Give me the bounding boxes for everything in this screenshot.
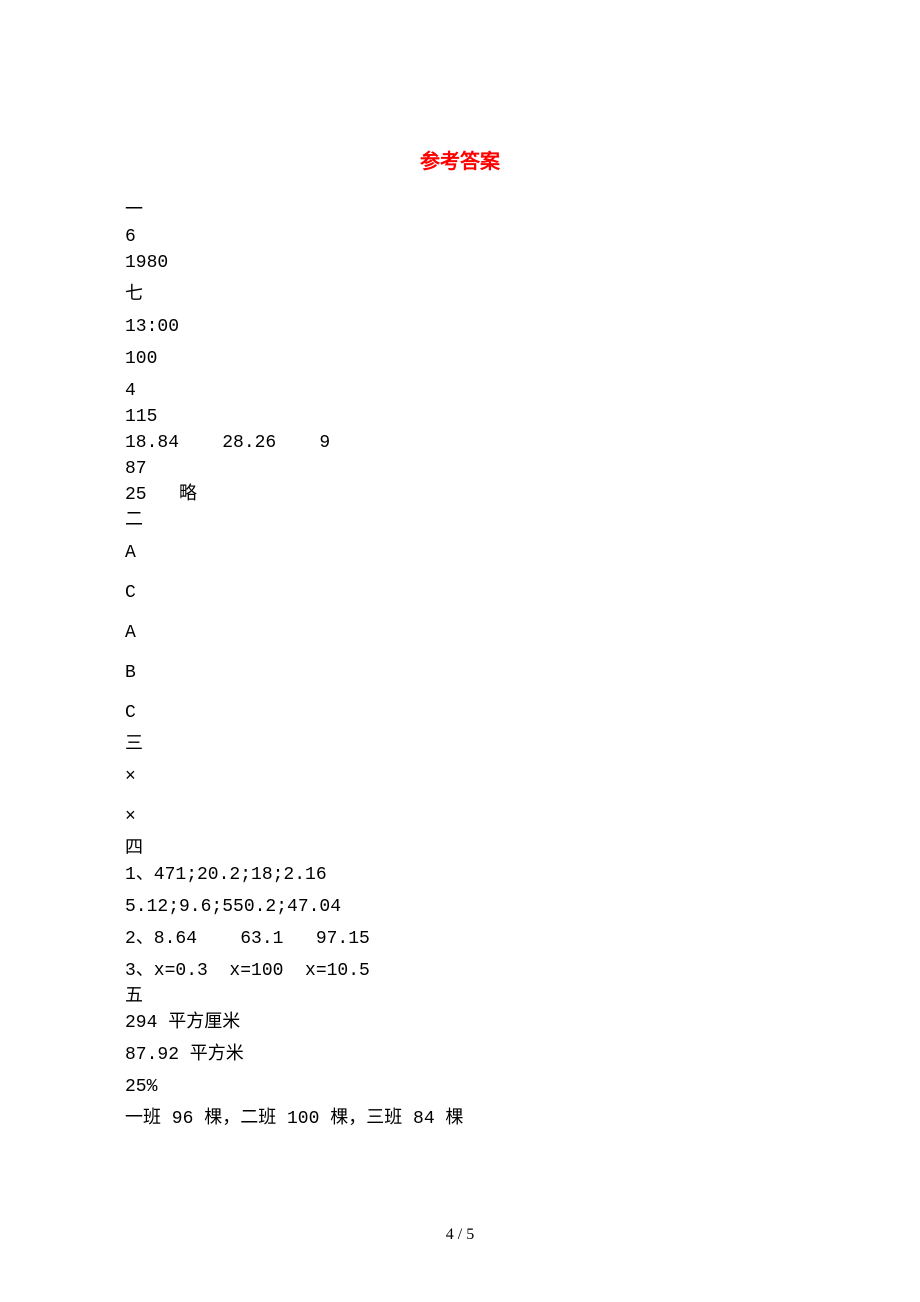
answer-line: 3、x=0.3 x=100 x=10.5 — [125, 962, 795, 980]
answer-line: 18.84 28.26 9 — [125, 434, 795, 452]
document-page: 参考答案 一 6 1980 七 13:00 100 4 115 18.84 28… — [125, 145, 795, 1142]
answer-line: 13:00 — [125, 318, 795, 336]
section-header-1: 一 — [125, 202, 795, 220]
answer-line: C — [125, 584, 795, 602]
answer-line: 1980 — [125, 254, 795, 272]
answer-line: × — [125, 808, 795, 826]
answer-line: C — [125, 704, 795, 722]
answer-line: A — [125, 624, 795, 642]
section-header-5: 五 — [125, 988, 795, 1006]
answer-line: B — [125, 664, 795, 682]
answer-line: 一班 96 棵，二班 100 棵，三班 84 棵 — [125, 1110, 795, 1128]
answer-line: 5.12;9.6;550.2;47.04 — [125, 898, 795, 916]
answer-line: A — [125, 544, 795, 562]
answer-line: 294 平方厘米 — [125, 1014, 795, 1032]
answer-line: 七 — [125, 286, 795, 304]
answer-line: 25% — [125, 1078, 795, 1096]
section-header-3: 三 — [125, 736, 795, 754]
answer-line: × — [125, 768, 795, 786]
answer-line: 115 — [125, 408, 795, 426]
section-header-4: 四 — [125, 840, 795, 858]
answer-line: 25 略 — [125, 486, 795, 504]
section-header-2: 二 — [125, 512, 795, 530]
answer-line: 6 — [125, 228, 795, 246]
page-title: 参考答案 — [125, 145, 795, 174]
answer-line: 1、471;20.2;18;2.16 — [125, 866, 795, 884]
answer-line: 87 — [125, 460, 795, 478]
answer-line: 100 — [125, 350, 795, 368]
answer-line: 4 — [125, 382, 795, 400]
answer-line: 87.92 平方米 — [125, 1046, 795, 1064]
page-number: 4 / 5 — [0, 1226, 920, 1244]
answer-line: 2、8.64 63.1 97.15 — [125, 930, 795, 948]
